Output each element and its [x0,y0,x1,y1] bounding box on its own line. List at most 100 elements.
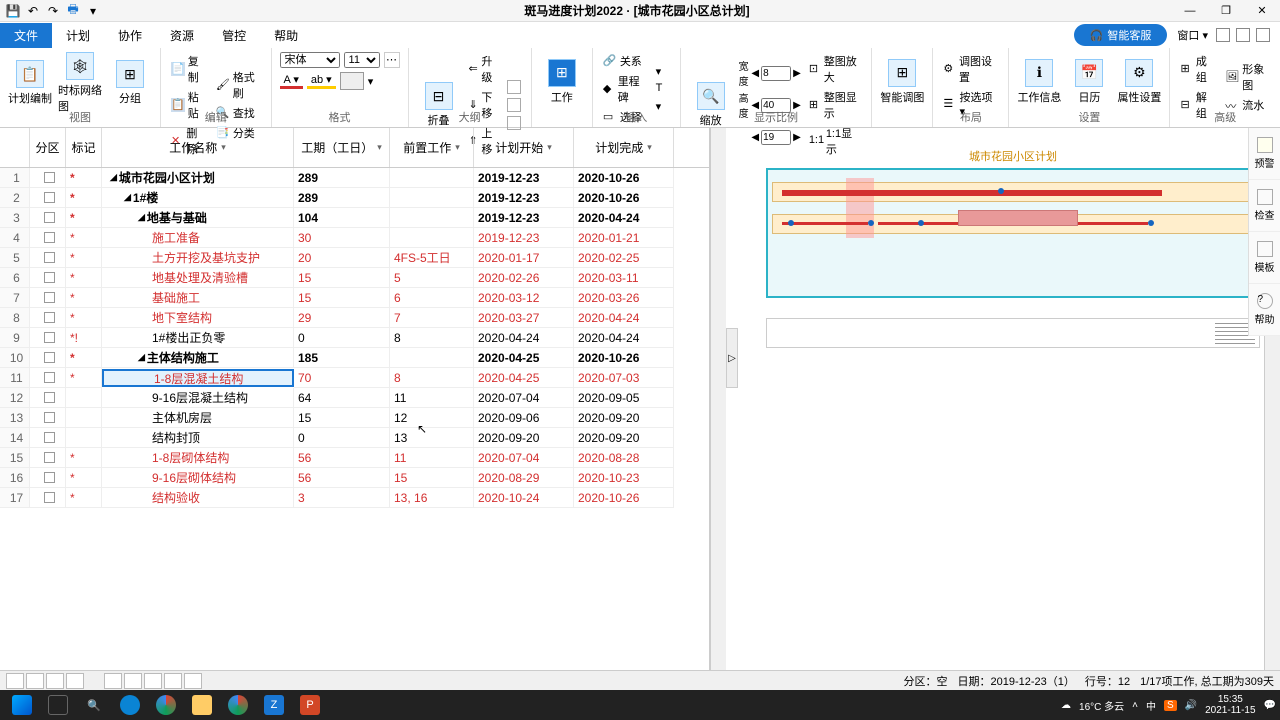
layout-icon-1[interactable] [1216,28,1230,42]
tab-collab[interactable]: 协作 [104,23,156,48]
relation-button[interactable]: 🔗关系 [601,52,648,70]
table-row[interactable]: 11*1-8层混凝土结构7082020-04-252020-07-03 [0,368,709,388]
row-checkbox[interactable] [44,432,55,443]
row-checkbox[interactable] [44,372,55,383]
tray-sogou-icon[interactable]: S [1164,700,1177,711]
table-row[interactable]: 16*9-16层砌体结构56152020-08-292020-10-23 [0,468,709,488]
tray-date[interactable]: 2021-11-15 [1205,705,1255,716]
tray-ime[interactable]: 中 [1146,698,1156,713]
group-button[interactable]: ⊞分组 [108,60,152,106]
row-checkbox[interactable] [44,292,55,303]
gantt-chart[interactable] [766,168,1260,298]
zoom-w-dec-icon[interactable]: ◀ [751,68,759,79]
row-checkbox[interactable] [44,492,55,503]
font-color-button[interactable]: A ▾ [280,73,303,89]
close-button[interactable]: ✕ [1244,0,1280,22]
gantt-overview[interactable] [766,318,1260,348]
image-chart-button[interactable]: 🖼形象图 [1223,60,1272,94]
table-row[interactable]: 8*地下室结构2972020-03-272020-04-24 [0,308,709,328]
chrome-icon[interactable] [148,692,184,718]
table-row[interactable]: 129-16层混凝土结构64112020-07-042020-09-05 [0,388,709,408]
table-row[interactable]: 7*基础施工1562020-03-122020-03-26 [0,288,709,308]
zebra-app-icon[interactable]: Z [256,692,292,718]
row-checkbox[interactable] [44,172,55,183]
row-checkbox[interactable] [44,232,55,243]
outline-ex1-icon[interactable] [505,79,523,95]
maximize-button[interactable]: ❐ [1208,0,1244,22]
row-checkbox[interactable] [44,452,55,463]
layout-settings-button[interactable]: ⚙调图设置 [941,52,1000,86]
sidebar-check[interactable]: 检查 [1249,180,1280,232]
tray-sound-icon[interactable]: 🔊 [1185,700,1197,711]
work-info-button[interactable]: ℹ工作信息 [1017,59,1061,105]
view-opt-1[interactable] [104,673,122,689]
tab-help[interactable]: 帮助 [260,23,312,48]
tray-notification-icon[interactable]: 💬 [1264,700,1276,711]
search-icon[interactable]: 🔍 [76,692,112,718]
more-format-icon[interactable]: ⋯ [384,52,400,68]
more-icon[interactable]: ▾ [84,2,102,20]
table-row[interactable]: 1*◢城市花园小区计划2892019-12-232020-10-26 [0,168,709,188]
save-icon[interactable]: 💾 [4,2,22,20]
start-button[interactable] [4,692,40,718]
view-opt-4[interactable] [164,673,182,689]
sidebar-help[interactable]: ?帮助 [1249,284,1280,336]
plan-edit-button[interactable]: 📋计划编制 [8,60,52,106]
view-opt-5[interactable] [184,673,202,689]
color-dropdown-icon[interactable]: ▾ [368,75,374,88]
highlight-button[interactable]: ab ▾ [307,73,336,89]
tray-up-icon[interactable]: ˄ [1132,700,1138,711]
vertical-scrollbar[interactable] [710,128,726,670]
undo-icon[interactable]: ↶ [24,2,42,20]
table-row[interactable]: 17*结构验收313, 162020-10-242020-10-26 [0,488,709,508]
font-select[interactable]: 宋体 [280,52,340,68]
layout-icon-2[interactable] [1236,28,1250,42]
table-row[interactable]: 5*土方开挖及基坑支护204FS-5工日2020-01-172020-02-25 [0,248,709,268]
table-row[interactable]: 14结构封顶0132020-09-202020-09-20 [0,428,709,448]
smart-service-button[interactable]: 🎧智能客服 [1074,24,1168,46]
task-view-icon[interactable] [40,692,76,718]
font-size-select[interactable]: 11 [344,52,380,68]
fill-color-button[interactable] [340,72,364,90]
zoom-w-input[interactable] [761,66,791,81]
view-opt-2[interactable] [124,673,142,689]
row-checkbox[interactable] [44,472,55,483]
copy-button[interactable]: 📄复制 [169,52,208,86]
edge-icon[interactable] [112,692,148,718]
pane-collapse-handle[interactable]: ▷ [726,328,738,388]
weather-icon[interactable]: ☁ [1061,700,1071,711]
tray-weather[interactable]: 16°C 多云 [1079,698,1124,713]
row-checkbox[interactable] [44,192,55,203]
layout-icon-3[interactable] [1256,28,1270,42]
col-mark[interactable]: 标记 [66,128,102,167]
col-duration[interactable]: 工期（工日）▾ [294,128,390,167]
table-row[interactable]: 6*地基处理及清验槽1552020-02-262020-03-11 [0,268,709,288]
minimize-button[interactable]: — [1172,0,1208,22]
calendar-button[interactable]: 📅日历 [1067,59,1111,105]
view-mode-3[interactable] [46,673,64,689]
powerpoint-icon[interactable]: P [292,692,328,718]
row-checkbox[interactable] [44,332,55,343]
smart-layout-button[interactable]: ⊞智能调图 [880,59,924,105]
row-checkbox[interactable] [44,312,55,323]
network-chart-button[interactable]: 🕸时标网络图 [58,52,102,114]
table-row[interactable]: 13主体机房层15122020-09-062020-09-20 [0,408,709,428]
prop-settings-button[interactable]: ⚙属性设置 [1117,59,1161,105]
work-button[interactable]: ⊞工作 [540,59,584,105]
tray-time[interactable]: 15:35 [1205,694,1255,705]
promote-button[interactable]: ⇐升级 [467,52,499,86]
tab-control[interactable]: 管控 [208,23,260,48]
insert-ex2-icon[interactable]: T [654,81,672,97]
table-row[interactable]: 10*◢主体结构施工1852020-04-252020-10-26 [0,348,709,368]
col-name[interactable]: 工作名称▾ [102,128,294,167]
table-row[interactable]: 4*施工准备302019-12-232020-01-21 [0,228,709,248]
window-menu[interactable]: 窗口 ▾ [1177,27,1208,43]
chrome2-icon[interactable] [220,692,256,718]
redo-icon[interactable]: ↷ [44,2,62,20]
insert-ex1-icon[interactable]: ▾ [654,64,672,79]
tab-file[interactable]: 文件 [0,23,52,48]
milestone-button[interactable]: ◆里程碑 [601,72,648,106]
sidebar-warning[interactable]: 预警 [1249,128,1280,180]
col-zone[interactable]: 分区 [30,128,66,167]
col-start[interactable]: 计划开始▾ [474,128,574,167]
